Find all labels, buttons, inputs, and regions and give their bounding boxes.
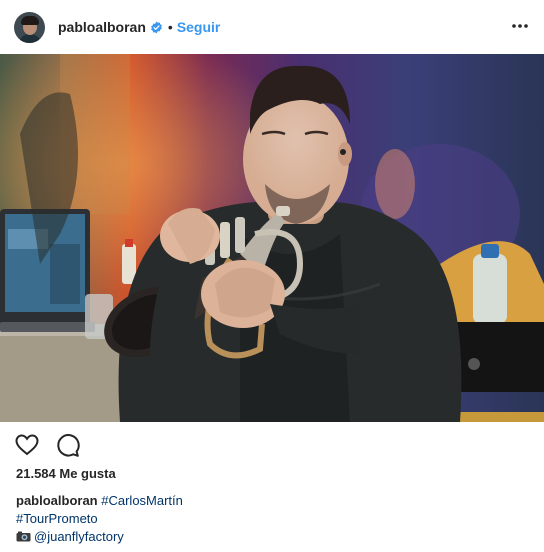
post-photo[interactable] [0, 54, 544, 422]
comment-bubble-icon[interactable] [54, 432, 80, 458]
action-bar [14, 432, 80, 458]
post-header: pabloalboran • Seguir [0, 0, 544, 54]
camera-emoji-icon [16, 531, 31, 542]
like-count[interactable]: 21.584 Me gusta [16, 466, 116, 481]
caption: pabloalboran #CarlosMartín #TourPrometo … [16, 492, 526, 546]
hashtag-link[interactable]: #CarlosMartín [101, 493, 183, 508]
more-options-icon[interactable] [510, 16, 530, 36]
verified-badge-icon [151, 21, 162, 33]
caption-username[interactable]: pabloalboran [16, 493, 98, 508]
separator-dot: • [167, 19, 173, 35]
username-link[interactable]: pabloalboran [58, 19, 146, 35]
hashtag-link[interactable]: #TourPrometo [16, 511, 98, 526]
heart-icon[interactable] [14, 432, 40, 458]
avatar[interactable] [14, 11, 45, 43]
follow-button[interactable]: Seguir [177, 19, 221, 35]
mention-link[interactable]: @juanflyfactory [34, 529, 124, 544]
